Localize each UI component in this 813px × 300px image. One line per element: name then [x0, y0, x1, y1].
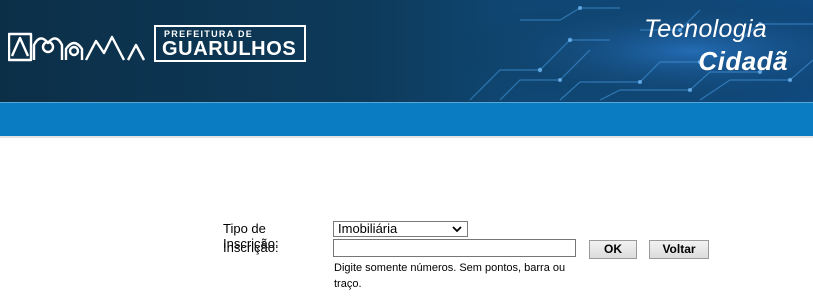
divider	[0, 136, 813, 138]
voltar-button[interactable]: Voltar	[649, 240, 709, 259]
inscricao-input[interactable]	[333, 239, 576, 257]
ok-button[interactable]: OK	[589, 240, 637, 259]
chevron-down-icon	[452, 226, 462, 233]
city-emblem-icon	[8, 32, 146, 62]
tipo-inscricao-select[interactable]: Imobiliária	[333, 221, 468, 237]
inscricao-label: Inscrição:	[223, 240, 279, 255]
logo-guarulhos-text: GUARULHOS	[162, 38, 297, 60]
brand-tecnologia: Tecnologia	[643, 15, 767, 43]
nav-bar	[0, 102, 813, 136]
header-banner: PREFEITURA DE GUARULHOS Tecnologia Cidad…	[0, 0, 813, 102]
guarulhos-logo: PREFEITURA DE GUARULHOS	[8, 25, 306, 63]
inscricao-hint: Digite somente números. Sem pontos, barr…	[334, 262, 566, 290]
logo-text-plate: PREFEITURA DE GUARULHOS	[154, 25, 306, 62]
brand-cidada: Cidadã	[698, 46, 788, 76]
tipo-inscricao-selected: Imobiliária	[338, 221, 398, 236]
